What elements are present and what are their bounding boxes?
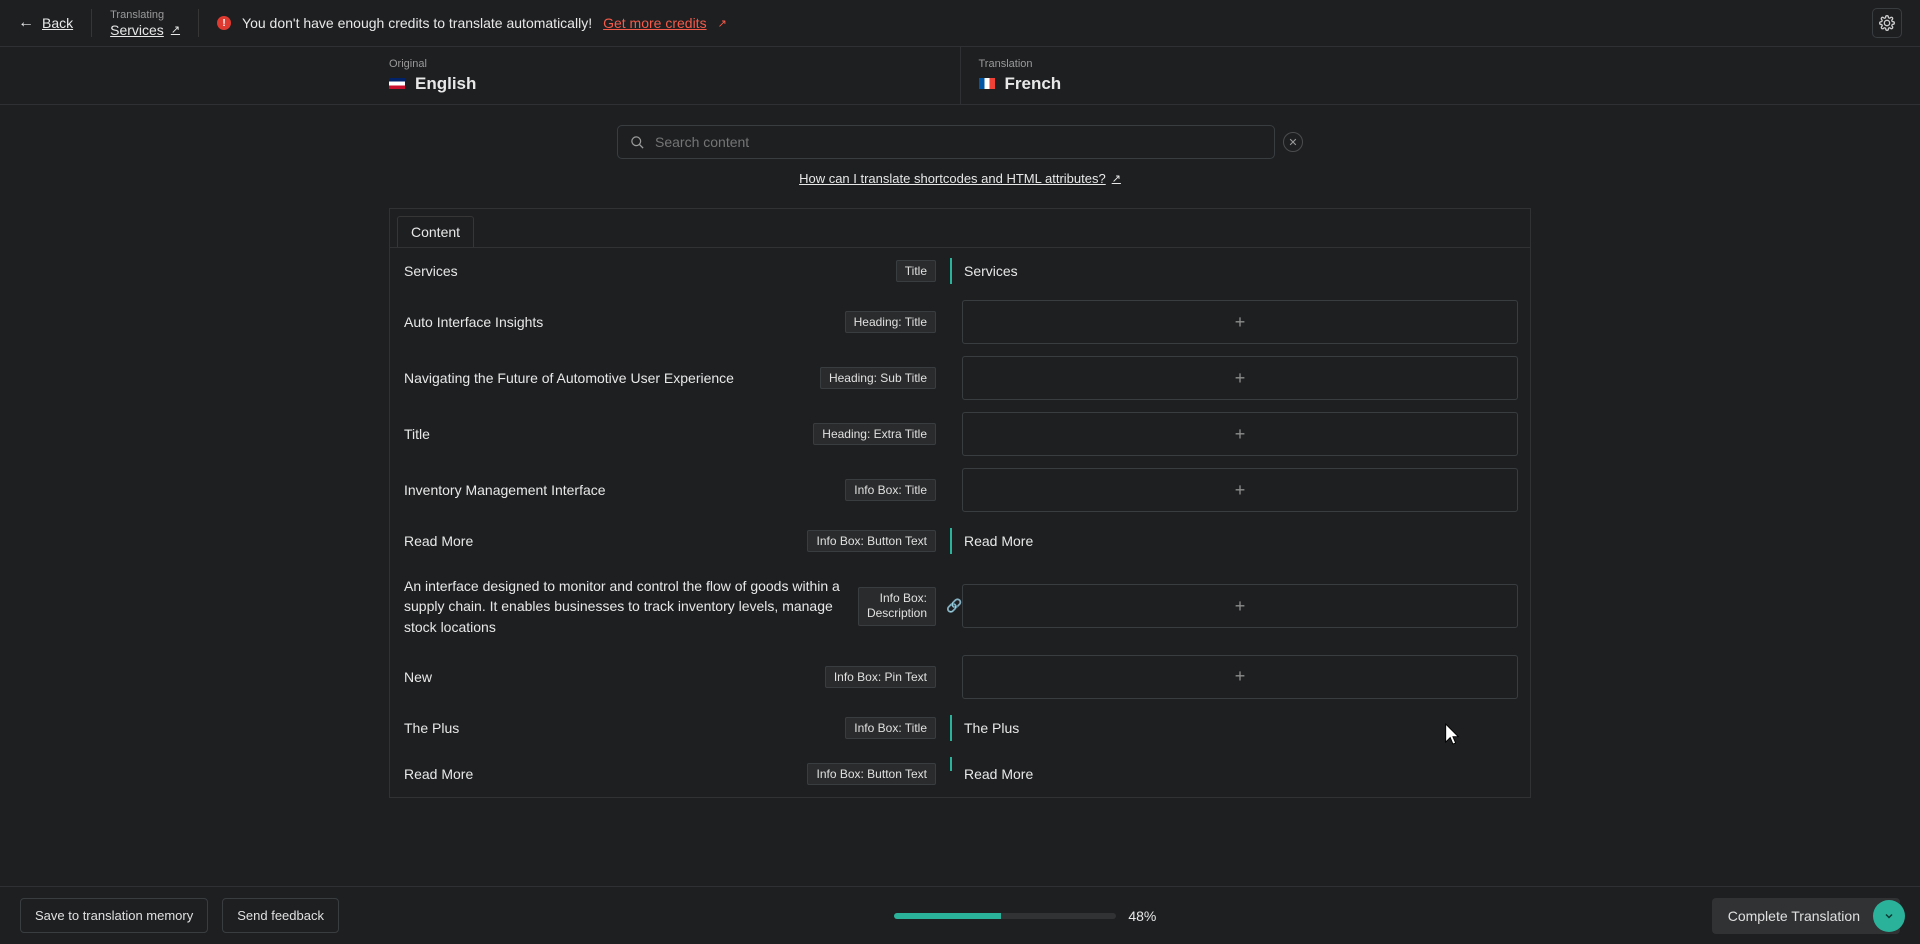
original-text: Auto Interface Insights [404, 312, 543, 332]
settings-button[interactable] [1872, 8, 1902, 38]
content-row: Auto Interface Insights Heading: Title + [390, 294, 1530, 350]
search-icon [630, 135, 645, 150]
original-text: Services [404, 261, 458, 281]
complete-label: Complete Translation [1728, 908, 1860, 924]
howto-text: How can I translate shortcodes and HTML … [799, 171, 1106, 186]
translation-text[interactable]: The Plus [950, 720, 1019, 736]
accent-bar [950, 258, 952, 284]
content-row: Read More Info Box: Button Text Read More [390, 751, 1530, 797]
add-translation-button[interactable]: + [962, 300, 1518, 344]
add-translation-button[interactable]: + [962, 468, 1518, 512]
translation-text[interactable]: Read More [950, 766, 1033, 782]
chevron-down-icon [1883, 910, 1895, 922]
arrow-left-icon: ← [18, 14, 34, 32]
field-type-tag: Info Box: Button Text [807, 530, 936, 552]
howto-link[interactable]: How can I translate shortcodes and HTML … [799, 171, 1121, 186]
add-translation-button[interactable]: + [962, 655, 1518, 699]
content-row: Services Title Services [390, 248, 1530, 294]
divider [91, 9, 92, 37]
search-box[interactable] [617, 125, 1275, 159]
field-type-tag: Title [896, 260, 936, 282]
credits-warning-group: ! You don't have enough credits to trans… [217, 15, 727, 31]
field-type-tag: Info Box: Title [845, 479, 936, 501]
search-input[interactable] [655, 134, 1262, 150]
original-text: Read More [404, 531, 473, 551]
external-link-icon: ↗ [171, 23, 180, 36]
complete-translation-button[interactable]: Complete Translation [1712, 898, 1900, 934]
original-text: Inventory Management Interface [404, 480, 606, 500]
external-link-icon: ↗ [1112, 172, 1121, 185]
content-row: Inventory Management Interface Info Box: … [390, 462, 1530, 518]
external-link-icon: ↗ [718, 17, 727, 30]
translating-context: Translating Services ↗ [110, 9, 180, 38]
divider [198, 9, 199, 37]
content-row: Read More Info Box: Button Text Read More [390, 518, 1530, 564]
content-row: Title Heading: Extra Title + [390, 406, 1530, 462]
field-type-tag: Heading: Sub Title [820, 367, 936, 389]
original-text: Navigating the Future of Automotive User… [404, 368, 734, 388]
content-row: The Plus Info Box: Title The Plus [390, 705, 1530, 751]
original-text: New [404, 667, 432, 687]
add-translation-button[interactable]: + [962, 412, 1518, 456]
link-icon: 🔗 [946, 598, 962, 614]
accent-bar [950, 528, 952, 554]
progress-bar: 48% [353, 908, 1698, 924]
credits-warning-text: You don't have enough credits to transla… [242, 15, 592, 31]
content-panel: Content Services Title Services Auto Interf… [389, 208, 1531, 798]
field-type-tag: Info Box: Pin Text [825, 666, 936, 688]
translation-language-name: French [1005, 74, 1062, 94]
original-language-column: Original English [371, 47, 960, 104]
field-type-tag: Heading: Extra Title [813, 423, 936, 445]
original-text: The Plus [404, 718, 459, 738]
progress-percent: 48% [1128, 908, 1156, 924]
original-text: Title [404, 424, 430, 444]
warning-icon: ! [217, 16, 231, 30]
original-label: Original [389, 58, 942, 70]
flag-en-icon [389, 78, 405, 89]
field-type-tag: Info Box: Title [845, 717, 936, 739]
accent-bar [950, 757, 952, 771]
close-icon: ✕ [1288, 136, 1297, 149]
clear-search-button[interactable]: ✕ [1283, 132, 1303, 152]
back-label: Back [42, 15, 73, 31]
get-credits-link[interactable]: Get more credits [603, 15, 706, 31]
translation-text[interactable]: Services [950, 263, 1018, 279]
get-credits-label: Get more credits [603, 15, 706, 31]
translation-label: Translation [979, 58, 1532, 70]
page-name: Services [110, 22, 164, 38]
translating-label: Translating [110, 9, 180, 21]
page-name-link[interactable]: Services ↗ [110, 22, 180, 38]
add-translation-button[interactable]: + [962, 356, 1518, 400]
save-to-memory-button[interactable]: Save to translation memory [20, 898, 208, 933]
content-row: An interface designed to monitor and con… [390, 564, 1530, 649]
content-row: New Info Box: Pin Text + [390, 649, 1530, 705]
accent-bar [950, 715, 952, 741]
translation-text[interactable]: Read More [950, 533, 1033, 549]
tab-content[interactable]: Content [397, 216, 474, 247]
complete-dropdown-toggle[interactable] [1873, 900, 1905, 932]
translation-language-column: Translation French [960, 47, 1550, 104]
field-type-tag: Info Box: Button Text [807, 763, 936, 785]
gear-icon [1879, 15, 1895, 31]
flag-fr-icon [979, 78, 995, 89]
original-text: Read More [404, 764, 473, 784]
content-row: Navigating the Future of Automotive User… [390, 350, 1530, 406]
field-type-tag: Heading: Title [845, 311, 936, 333]
add-translation-button[interactable]: + [962, 584, 1518, 628]
original-language-name: English [415, 74, 476, 94]
original-text: An interface designed to monitor and con… [404, 576, 846, 637]
send-feedback-button[interactable]: Send feedback [222, 898, 339, 933]
field-type-tag: Info Box:Description [858, 587, 936, 626]
back-button[interactable]: ← Back [18, 14, 73, 32]
